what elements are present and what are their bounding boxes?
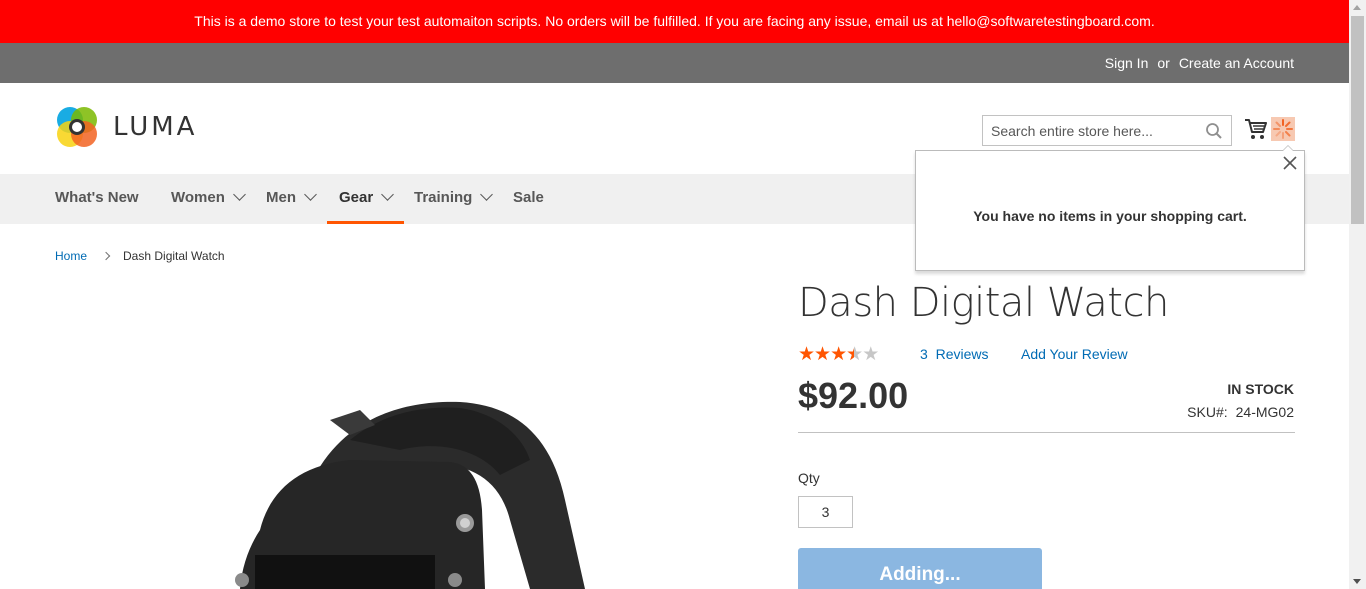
reviews-count: 3 (920, 346, 928, 362)
chevron-down-icon (233, 188, 246, 201)
nav-item-label: Women (171, 189, 225, 206)
or-text: or (1157, 55, 1170, 71)
luma-logo-icon (57, 107, 97, 147)
divider (798, 432, 1295, 433)
nav-item-label: Gear (339, 189, 374, 206)
product-sku: SKU#: 24-MG02 (1187, 404, 1294, 420)
star-icon: ★ (814, 344, 831, 365)
nav-item-sale[interactable]: Sale (513, 174, 544, 224)
loader-icon (1271, 117, 1295, 141)
empty-cart-message: You have no items in your shopping cart. (973, 208, 1247, 224)
product-image[interactable] (200, 380, 620, 589)
nav-item-label: Men (266, 189, 296, 206)
product-title: Dash Digital Watch (798, 280, 1169, 326)
nav-item-label: Training (414, 189, 473, 206)
stock-status: In stock (1227, 381, 1294, 397)
qty-label: Qty (798, 470, 820, 486)
reviews-link[interactable]: 3 Reviews (920, 346, 988, 362)
chevron-down-icon (304, 188, 317, 201)
chevron-down-icon (381, 188, 395, 201)
search-input[interactable] (983, 116, 1193, 145)
chevron-down-icon (480, 188, 494, 201)
close-icon[interactable] (1282, 155, 1298, 171)
add-to-cart-button[interactable]: Adding... (798, 548, 1042, 589)
demo-notice-banner: This is a demo store to test your test a… (0, 0, 1349, 43)
breadcrumb-current: Dash Digital Watch (123, 249, 225, 263)
star-empty-icon: ★ (862, 344, 879, 365)
cart-icon[interactable] (1244, 117, 1268, 141)
scroll-up-icon[interactable] (1353, 5, 1361, 10)
search-box (982, 115, 1232, 146)
nav-item-label: What's New (55, 189, 139, 206)
demo-notice-text: This is a demo store to test your test a… (194, 13, 1155, 29)
luma-logo[interactable]: LUMA (55, 105, 197, 149)
rating-stars: ★★★★★★ (798, 343, 879, 366)
chevron-right-icon (101, 251, 111, 261)
star-half-icon: ★★ (846, 344, 863, 365)
add-review-link[interactable]: Add Your Review (1021, 346, 1128, 362)
qty-input[interactable] (798, 496, 853, 528)
account-links: Sign In or Create an Account (1105, 43, 1294, 83)
scroll-down-icon[interactable] (1353, 579, 1361, 584)
nav-item-label: Sale (513, 189, 544, 206)
sign-in-link[interactable]: Sign In (1105, 55, 1149, 71)
minicart-dropdown: You have no items in your shopping cart. (915, 145, 1305, 271)
page-scrollbar[interactable] (1349, 0, 1366, 589)
logo-text: LUMA (113, 112, 198, 142)
nav-item-gear[interactable]: Gear (327, 174, 405, 224)
search-icon[interactable] (1205, 122, 1223, 140)
sku-value: 24-MG02 (1235, 404, 1294, 420)
nav-item-men[interactable]: Men (266, 174, 317, 224)
scrollbar-thumb[interactable] (1351, 16, 1364, 224)
breadcrumb-home-link[interactable]: Home (55, 249, 87, 263)
nav-item-women[interactable]: Women (171, 174, 246, 224)
star-icon: ★ (798, 344, 815, 365)
product-price: $92.00 (798, 375, 909, 416)
panel-header: Sign In or Create an Account (0, 43, 1349, 83)
create-account-link[interactable]: Create an Account (1179, 55, 1294, 71)
star-icon: ★ (830, 344, 847, 365)
reviews-label: Reviews (935, 346, 989, 362)
nav-item-training[interactable]: Training (414, 174, 494, 224)
nav-item-whats-new[interactable]: What's New (55, 174, 139, 224)
breadcrumb: Home Dash Digital Watch (55, 249, 225, 263)
sku-label: SKU#: (1187, 404, 1228, 420)
